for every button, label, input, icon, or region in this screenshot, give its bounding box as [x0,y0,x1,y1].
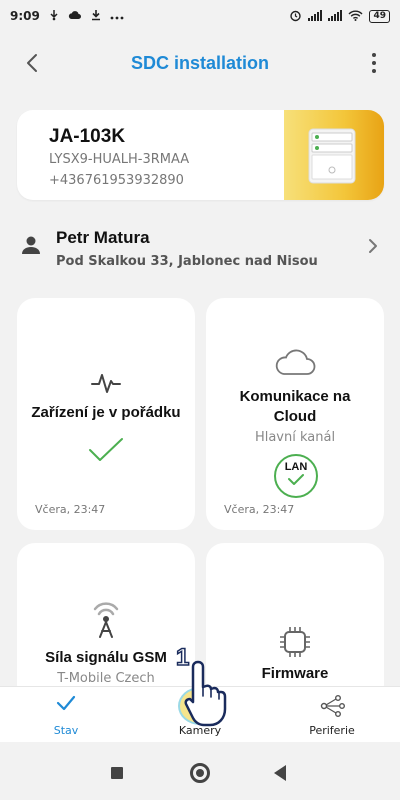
signal-icon [328,9,343,23]
check-icon [288,474,304,485]
signal-icon [308,9,323,23]
nav-stav[interactable]: Stav [16,687,116,743]
tile-status-time: Včera, 23:47 [35,503,106,516]
share-nodes-icon [320,695,348,721]
more-dots-icon [110,11,124,22]
nav-kamery[interactable]: Kamery [150,687,250,743]
cloud-icon [68,10,82,22]
system-back-button[interactable] [274,765,286,781]
chevron-right-icon [366,236,380,256]
tile-device-status[interactable]: Zařízení je v pořádku Včera, 23:47 [17,298,195,530]
page-title: SDC installation [130,52,269,73]
device-serial: LYSX9-HUALH-3RMAA [49,152,190,167]
tile-cloud-communication[interactable]: Komunikace na Cloud Hlavní kanál LAN Vče… [206,298,384,530]
person-icon [20,234,42,256]
cloud-icon [274,348,316,380]
recent-apps-button[interactable] [111,767,123,779]
download-icon [90,9,102,23]
tile-cloud-time: Včera, 23:47 [224,503,295,516]
pulse-icon [91,372,121,398]
nav-kamery-label: Kamery [178,724,222,737]
battery-icon: 49 [369,9,390,23]
user-row[interactable]: Petr Matura Pod Skalkou 33, Jablonec nad… [0,222,400,274]
antenna-icon [89,601,123,645]
lan-badge-label: LAN [284,461,308,473]
wifi-icon [348,10,363,23]
chevron-left-icon [27,54,37,72]
chip-icon [278,625,312,663]
status-time: 9:09 [10,9,40,23]
control-panel-icon [308,128,356,184]
home-button[interactable] [190,763,210,783]
bottom-navigation: Stav Kamery Periferie [0,686,400,742]
nav-periferie[interactable]: Periferie [282,687,382,743]
status-bar: 9:09 49 [0,0,400,32]
back-button[interactable] [18,48,48,78]
nav-stav-label: Stav [53,724,79,737]
check-icon [56,695,76,715]
more-vertical-icon[interactable] [362,50,386,76]
tile-signal-title: Síla signálu GSM [45,649,167,666]
usb-debug-icon [48,9,60,23]
tile-firmware-title: Firmware [261,665,329,682]
device-phone: +436761953932890 [49,173,184,188]
nav-periferie-label: Periferie [309,724,355,737]
device-name: JA-103K [49,126,126,147]
user-name: Petr Matura [56,228,150,247]
user-address: Pod Skalkou 33, Jablonec nad Nisou [56,254,318,269]
lan-badge: LAN [274,454,318,498]
camera-icon [188,697,212,719]
tile-signal-subtitle: T-Mobile Czech [57,671,155,686]
system-navigation-bar [0,742,400,800]
tile-cloud-title-2: Cloud [273,408,317,425]
tile-gsm-signal[interactable]: Síla signálu GSM T-Mobile Czech [17,543,195,703]
tile-cloud-subtitle: Hlavní kanál [254,430,336,445]
tile-cloud-title-1: Komunikace na [239,388,351,405]
device-card[interactable]: JA-103K LYSX9-HUALH-3RMAA +4367619539328… [17,110,384,200]
check-icon [87,436,125,468]
tile-firmware[interactable]: Firmware [206,543,384,703]
alarm-icon [289,9,302,24]
tile-status-title: Zařízení je v pořádku [31,404,181,421]
app-bar: SDC installation [0,38,400,88]
